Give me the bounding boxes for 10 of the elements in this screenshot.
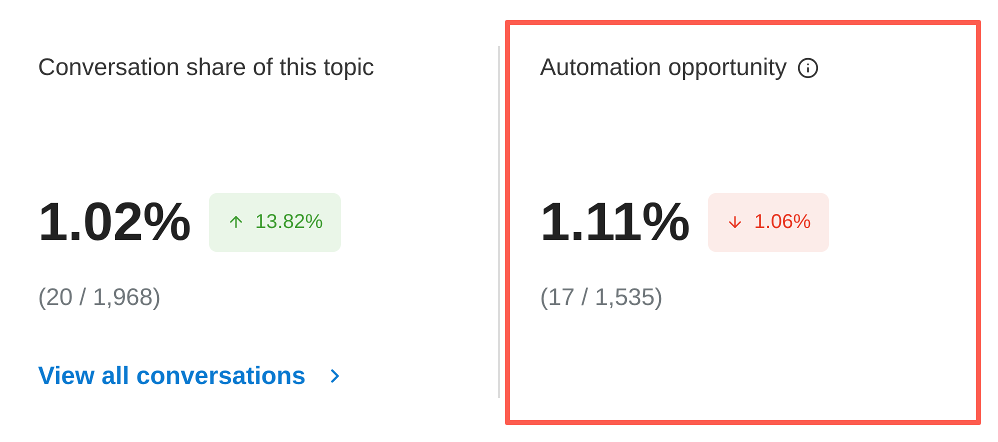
metric-title: Conversation share of this topic [38, 53, 374, 83]
ratio-text: (20 / 1,968) [38, 283, 161, 313]
view-conversations-link[interactable]: View all conversations [38, 361, 346, 391]
info-icon[interactable] [796, 57, 819, 79]
metric-value: 1.11% [540, 192, 690, 252]
metric-value: 1.02% [38, 192, 192, 252]
change-badge: 1.06% [708, 192, 829, 252]
metric-title: Automation opportunity [540, 53, 787, 83]
ratio-text: (17 / 1,535) [540, 283, 663, 313]
change-badge: 13.82% [209, 192, 341, 252]
